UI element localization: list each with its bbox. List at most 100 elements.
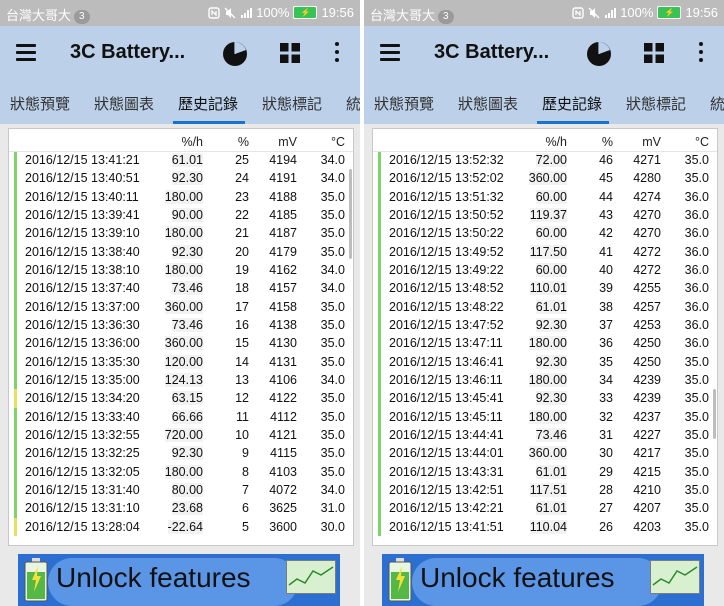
cell-rate: 360.00 (528, 446, 567, 461)
charge-indicator-bar (14, 205, 17, 225)
column-voltage: mV (642, 135, 661, 149)
cell-rate: 92.30 (535, 391, 567, 406)
grid-icon[interactable] (280, 43, 300, 63)
cell-timestamp: 2016/12/15 13:36:30 (25, 317, 140, 332)
table-row[interactable]: 2016/12/15 13:52:32 72.00 46 4271 35.0 (373, 151, 717, 170)
table-row[interactable]: 2016/12/15 13:49:22 60.00 40 4272 36.0 (373, 260, 717, 280)
table-row[interactable]: 2016/12/15 13:36:00 360.00 15 4130 35.0 (9, 334, 353, 353)
mute-icon (224, 7, 236, 18)
cell-temperature: 35.0 (320, 244, 345, 259)
table-row[interactable]: 2016/12/15 13:32:25 92.30 9 4115 35.0 (9, 444, 353, 463)
cell-voltage: 4239 (633, 372, 661, 387)
cell-percent: 36 (599, 336, 613, 351)
table-row[interactable]: 2016/12/15 13:35:00 124.13 13 4106 34.0 (9, 370, 353, 390)
cell-rate: 92.30 (535, 354, 567, 369)
unlock-features-banner[interactable]: Unlock features (382, 554, 704, 606)
more-options-icon[interactable] (334, 42, 340, 64)
tab-status-markers[interactable]: 狀態標記 (262, 93, 322, 114)
table-row[interactable]: 2016/12/15 13:33:40 66.66 11 4112 35.0 (9, 407, 353, 426)
table-row[interactable]: 2016/12/15 13:48:52 110.01 39 4255 36.0 (373, 279, 717, 298)
table-row[interactable]: 2016/12/15 13:39:10 180.00 21 4187 35.0 (9, 224, 353, 243)
table-row[interactable]: 2016/12/15 13:42:51 117.51 28 4210 35.0 (373, 480, 717, 500)
table-row[interactable]: 2016/12/15 13:41:51 110.04 26 4203 35.0 (373, 517, 717, 536)
table-row[interactable]: 2016/12/15 13:46:41 92.30 35 4250 35.0 (373, 352, 717, 371)
cell-temperature: 35.0 (320, 336, 345, 351)
cell-rate: 92.30 (171, 244, 203, 259)
table-row[interactable]: 2016/12/15 13:51:32 60.00 44 4274 36.0 (373, 187, 717, 206)
table-row[interactable]: 2016/12/15 13:49:52 117.50 41 4272 36.0 (373, 242, 717, 261)
table-row[interactable]: 2016/12/15 13:31:10 23.68 6 3625 31.0 (9, 499, 353, 518)
menu-icon[interactable] (380, 44, 400, 62)
cell-temperature: 36.0 (684, 299, 709, 314)
tab-status-markers[interactable]: 狀態標記 (626, 93, 686, 114)
table-row[interactable]: 2016/12/15 13:43:31 61.01 29 4215 35.0 (373, 462, 717, 481)
tab-status-chart[interactable]: 狀態圖表 (458, 93, 518, 114)
history-table[interactable]: %/h % mV °C 2016/12/15 13:52:32 72.00 46 42… (372, 128, 718, 546)
unlock-features-banner[interactable]: Unlock features (18, 554, 340, 606)
cell-temperature: 36.0 (684, 226, 709, 241)
table-row[interactable]: 2016/12/15 13:50:22 60.00 42 4270 36.0 (373, 224, 717, 243)
tab-status-preview[interactable]: 狀態預覽 (10, 93, 70, 114)
cell-timestamp: 2016/12/15 13:40:11 (25, 189, 139, 204)
charge-indicator-bar (14, 224, 17, 243)
cell-rate: 23.68 (171, 501, 203, 516)
table-row[interactable]: 2016/12/15 13:47:11 180.00 36 4250 36.0 (373, 334, 717, 353)
cell-voltage: 4191 (269, 171, 297, 186)
charge-indicator-bar (14, 462, 17, 481)
menu-icon[interactable] (16, 44, 36, 62)
table-row[interactable]: 2016/12/15 13:35:30 120.00 14 4131 35.0 (9, 352, 353, 371)
cell-percent: 16 (235, 317, 249, 332)
history-table[interactable]: %/h % mV °C 2016/12/15 13:41:21 61.01 25 41… (8, 128, 354, 546)
cell-voltage: 4157 (269, 281, 297, 296)
table-row[interactable]: 2016/12/15 13:38:40 92.30 20 4179 35.0 (9, 242, 353, 261)
clock-time: 19:56 (321, 5, 354, 20)
table-row[interactable]: 2016/12/15 13:42:21 61.01 27 4207 35.0 (373, 499, 717, 518)
tab-statistics[interactable]: 統 (346, 93, 360, 114)
table-row[interactable]: 2016/12/15 13:32:55 720.00 10 4121 35.0 (9, 425, 353, 445)
pie-chart-icon[interactable] (222, 41, 248, 67)
cell-percent: 43 (599, 207, 613, 222)
charge-indicator-bar (14, 425, 17, 445)
cell-percent: 31 (599, 427, 613, 442)
table-row[interactable]: 2016/12/15 13:31:40 80.00 7 4072 34.0 (9, 480, 353, 500)
cell-temperature: 35.0 (684, 446, 709, 461)
table-row[interactable]: 2016/12/15 13:37:40 73.46 18 4157 34.0 (9, 279, 353, 298)
cell-temperature: 35.0 (320, 354, 345, 369)
table-row[interactable]: 2016/12/15 13:32:05 180.00 8 4103 35.0 (9, 462, 353, 481)
table-row[interactable]: 2016/12/15 13:45:11 180.00 32 4237 35.0 (373, 407, 717, 426)
table-row[interactable]: 2016/12/15 13:47:52 92.30 37 4253 36.0 (373, 315, 717, 335)
tab-status-chart[interactable]: 狀態圖表 (94, 93, 154, 114)
tab-status-preview[interactable]: 狀態預覽 (374, 93, 434, 114)
charge-indicator-bar (14, 242, 17, 261)
cell-temperature: 35.0 (684, 482, 709, 497)
cell-percent: 24 (235, 171, 249, 186)
table-row[interactable]: 2016/12/15 13:48:22 61.01 38 4257 36.0 (373, 297, 717, 316)
column-temperature: °C (330, 135, 345, 149)
table-row[interactable]: 2016/12/15 13:52:02 360.00 45 4280 35.0 (373, 169, 717, 188)
scrollbar-thumb[interactable] (349, 169, 352, 259)
column-percent: % (237, 135, 249, 149)
table-row[interactable]: 2016/12/15 13:39:41 90.00 22 4185 35.0 (9, 205, 353, 225)
table-row[interactable]: 2016/12/15 13:40:11 180.00 23 4188 35.0 (9, 187, 353, 206)
cell-voltage: 4253 (633, 317, 661, 332)
more-options-icon[interactable] (698, 42, 704, 64)
table-row[interactable]: 2016/12/15 13:34:20 63.15 12 4122 35.0 (9, 389, 353, 408)
tab-history[interactable]: 歷史記錄 (542, 93, 602, 114)
table-row[interactable]: 2016/12/15 13:38:10 180.00 19 4162 34.0 (9, 260, 353, 280)
table-row[interactable]: 2016/12/15 13:46:11 180.00 34 4239 35.0 (373, 370, 717, 390)
table-row[interactable]: 2016/12/15 13:50:52 119.37 43 4270 36.0 (373, 205, 717, 225)
table-row[interactable]: 2016/12/15 13:44:01 360.00 30 4217 35.0 (373, 444, 717, 463)
table-row[interactable]: 2016/12/15 13:41:21 61.01 25 4194 34.0 (9, 151, 353, 170)
grid-icon[interactable] (644, 43, 664, 63)
tab-history[interactable]: 歷史記錄 (178, 93, 238, 114)
table-row[interactable]: 2016/12/15 13:37:00 360.00 17 4158 35.0 (9, 297, 353, 316)
tab-statistics[interactable]: 統 (710, 93, 724, 114)
table-row[interactable]: 2016/12/15 13:44:41 73.46 31 4227 35.0 (373, 425, 717, 445)
pie-chart-icon[interactable] (586, 41, 612, 67)
scrollbar-thumb[interactable] (713, 389, 716, 439)
table-row[interactable]: 2016/12/15 13:45:41 92.30 33 4239 35.0 (373, 389, 717, 408)
table-row[interactable]: 2016/12/15 13:40:51 92.30 24 4191 34.0 (9, 169, 353, 188)
table-row[interactable]: 2016/12/15 13:28:04 -22.64 5 3600 30.0 (9, 517, 353, 536)
banner-text: Unlock features (56, 562, 251, 593)
table-row[interactable]: 2016/12/15 13:36:30 73.46 16 4138 35.0 (9, 315, 353, 335)
